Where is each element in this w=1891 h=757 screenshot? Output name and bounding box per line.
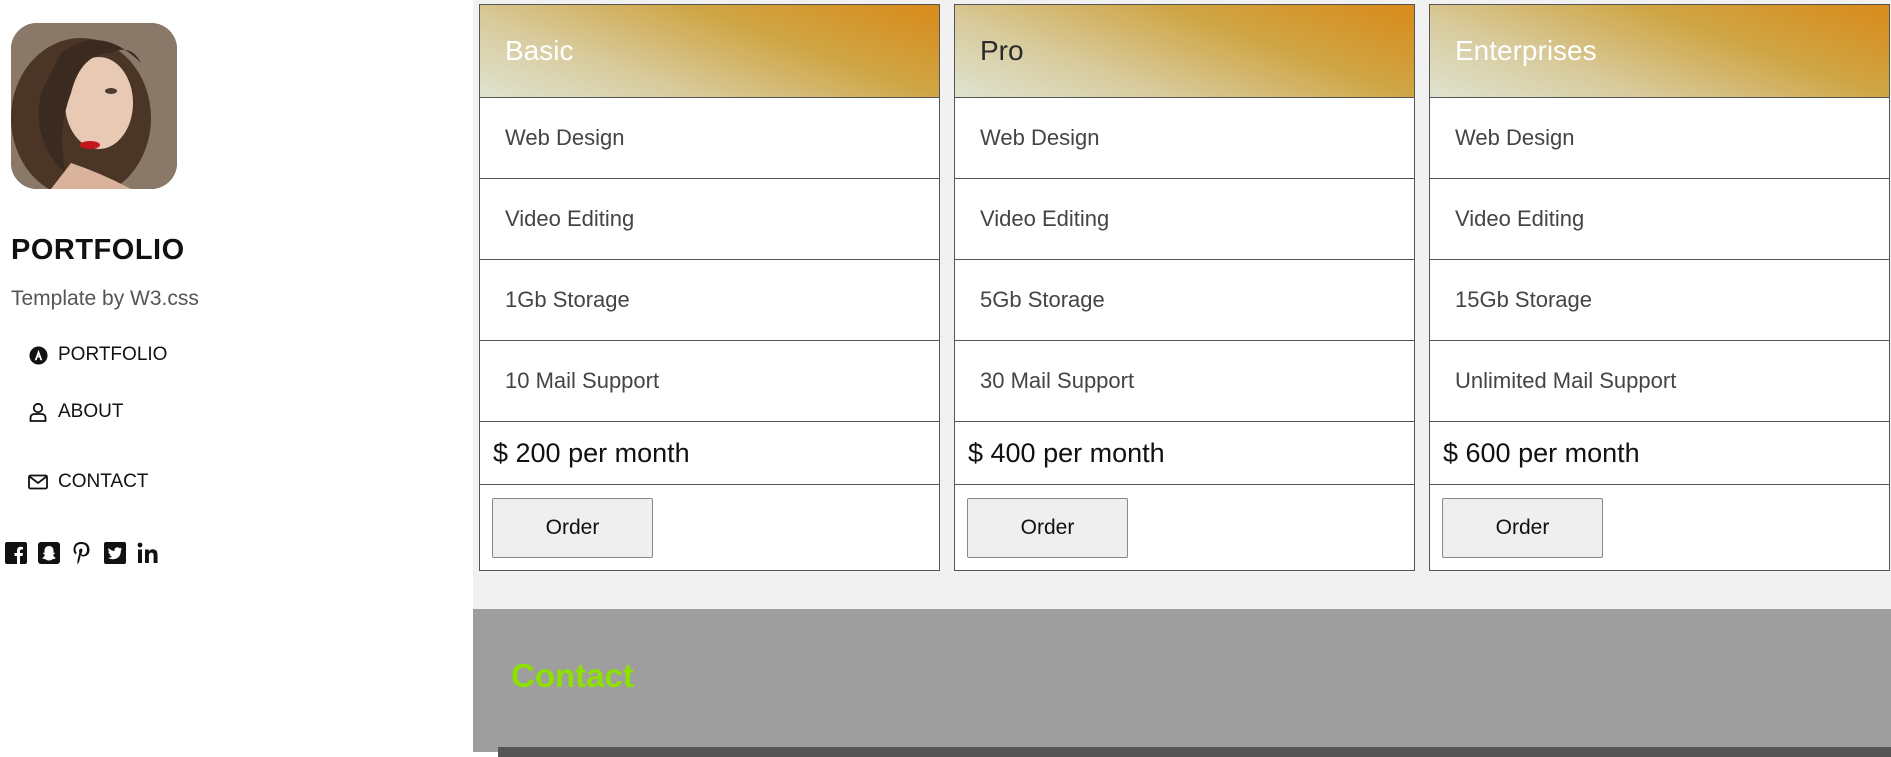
nav-item-label: CONTACT: [58, 471, 149, 492]
site-subtitle: Template by W3.css: [11, 287, 199, 310]
plan-feature: Web Design: [480, 98, 939, 179]
snapchat-icon[interactable]: [37, 541, 61, 565]
plan-feature: Video Editing: [1430, 179, 1889, 260]
nav-item-contact[interactable]: CONTACT: [28, 447, 328, 517]
plan-price: $ 200 per month: [480, 422, 939, 485]
sidebar: PORTFOLIO Template by W3.css PORTFOLIO A…: [0, 0, 472, 752]
plan-feature: 1Gb Storage: [480, 260, 939, 341]
plan-feature: Web Design: [1430, 98, 1889, 179]
plan-basic: Basic Web Design Video Editing 1Gb Stora…: [479, 4, 940, 571]
contact-title: Contact: [511, 657, 634, 694]
plan-price: $ 600 per month: [1430, 422, 1889, 485]
plan-enterprises: Enterprises Web Design Video Editing 15G…: [1429, 4, 1890, 571]
plan-feature: Video Editing: [480, 179, 939, 260]
plan-name: Enterprises: [1430, 5, 1889, 98]
pinterest-icon[interactable]: [70, 541, 94, 565]
plan-feature: 10 Mail Support: [480, 341, 939, 422]
order-button[interactable]: Order: [492, 497, 653, 558]
nav-item-label: ABOUT: [58, 401, 124, 422]
a-circle-icon: [28, 345, 48, 365]
social-links: [4, 541, 160, 565]
order-button[interactable]: Order: [967, 497, 1128, 558]
plan-feature: Unlimited Mail Support: [1430, 341, 1889, 422]
contact-section: Contact: [473, 609, 1891, 757]
order-button[interactable]: Order: [1442, 497, 1603, 558]
contact-form-bar: [498, 747, 1891, 757]
sidebar-nav: PORTFOLIO ABOUT CONTACT: [28, 333, 328, 517]
plan-feature: Web Design: [955, 98, 1414, 179]
pricing-plans: Basic Web Design Video Editing 1Gb Stora…: [479, 4, 1890, 571]
plan-feature: 15Gb Storage: [1430, 260, 1889, 341]
avatar-image: [11, 23, 177, 189]
nav-item-about[interactable]: ABOUT: [28, 377, 328, 447]
plan-name: Pro: [955, 5, 1414, 98]
plan-name: Basic: [480, 5, 939, 98]
plan-order-row: Order: [955, 485, 1414, 570]
plan-feature: Video Editing: [955, 179, 1414, 260]
user-icon: [28, 402, 48, 422]
main-content: Basic Web Design Video Editing 1Gb Stora…: [473, 0, 1891, 757]
nav-item-label: PORTFOLIO: [58, 344, 168, 365]
site-title: PORTFOLIO: [11, 234, 185, 266]
envelope-icon: [28, 472, 48, 492]
avatar: [11, 23, 177, 189]
plan-order-row: Order: [1430, 485, 1889, 570]
nav-item-portfolio[interactable]: PORTFOLIO: [28, 333, 328, 377]
plan-order-row: Order: [480, 485, 939, 570]
plan-feature: 30 Mail Support: [955, 341, 1414, 422]
twitter-icon[interactable]: [103, 541, 127, 565]
plan-pro: Pro Web Design Video Editing 5Gb Storage…: [954, 4, 1415, 571]
linkedin-icon[interactable]: [136, 541, 160, 565]
plan-feature: 5Gb Storage: [955, 260, 1414, 341]
plan-price: $ 400 per month: [955, 422, 1414, 485]
facebook-icon[interactable]: [4, 541, 28, 565]
